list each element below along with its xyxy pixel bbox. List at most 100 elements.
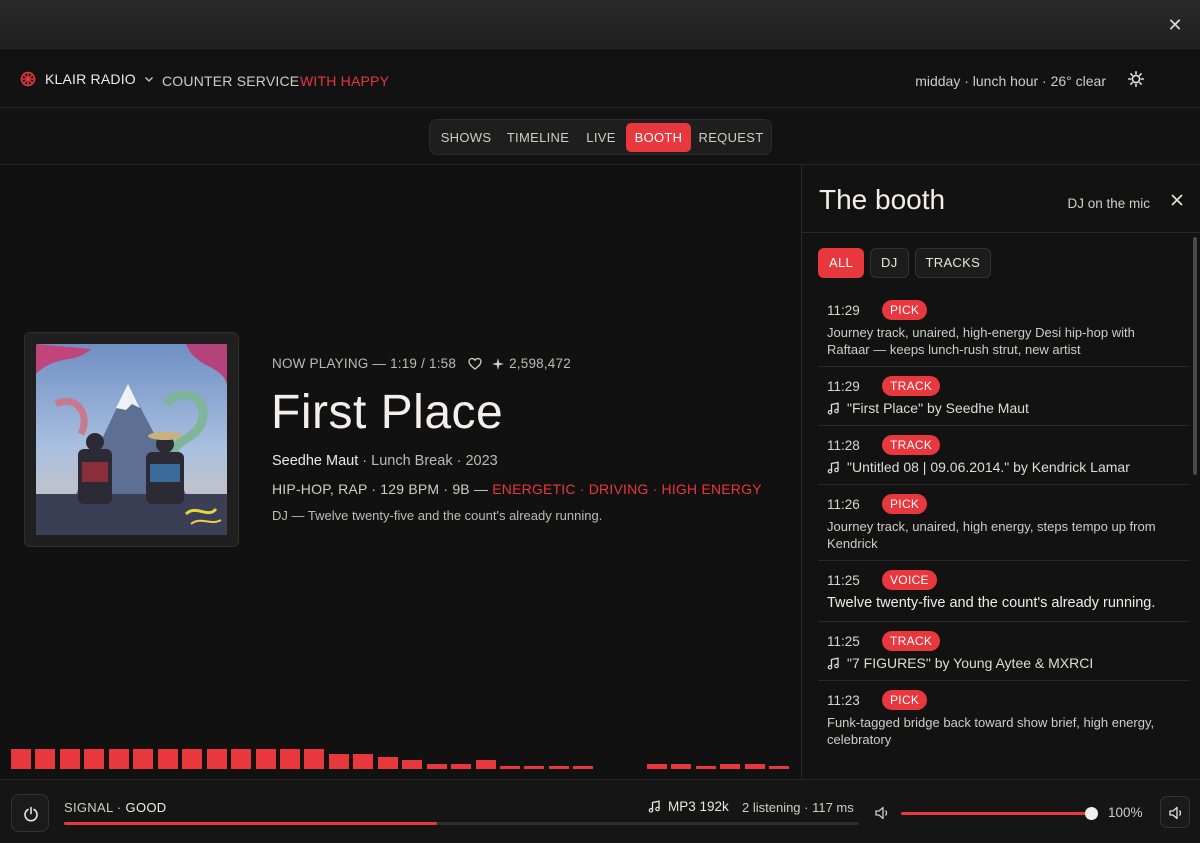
entry-text: Twelve twenty-five and the count's alrea… xyxy=(827,595,1156,611)
list-item[interactable]: 11:23 PICK Funk-tagged bridge back toward… xyxy=(818,681,1189,756)
volume-icon[interactable] xyxy=(874,805,890,821)
listener-latency: 2 listening · 117 ms xyxy=(742,800,854,815)
volume-fill xyxy=(901,812,1091,815)
visualizer-bar xyxy=(84,749,105,769)
list-item[interactable]: 11:25 VOICE Twelve twenty-five and the co… xyxy=(818,561,1189,622)
power-button[interactable] xyxy=(11,794,49,832)
genre-line: HIP-HOP, RAP · 129 BPM · 9B — ENERGETIC … xyxy=(272,481,762,497)
booth-feed: 11:29 PICK Journey track, unaired, high-e… xyxy=(818,291,1189,756)
entry-badge: TRACK xyxy=(882,435,941,455)
tab-shows[interactable]: SHOWS xyxy=(434,123,498,152)
show-name-link[interactable]: COUNTER SERVICE xyxy=(162,73,299,89)
music-note-icon xyxy=(827,461,839,474)
stream-codec: MP3 192k xyxy=(648,799,729,814)
visualizer-bar xyxy=(500,766,520,769)
entry-time: 11:26 xyxy=(827,496,860,512)
album-year: · Lunch Break · 2023 xyxy=(358,453,498,469)
volume-slider[interactable] xyxy=(901,807,1098,820)
speaker-icon xyxy=(1169,806,1182,820)
music-note-icon xyxy=(827,402,839,415)
title-bar: ✕ xyxy=(0,0,1200,51)
list-item[interactable]: 11:29 PICK Journey track, unaired, high-e… xyxy=(818,291,1189,367)
booth-subtitle: DJ on the mic xyxy=(1067,196,1150,211)
visualizer-bar xyxy=(133,749,154,769)
tab-booth[interactable]: BOOTH xyxy=(626,123,691,152)
station-logo-icon xyxy=(20,71,36,87)
output-toggle-button[interactable] xyxy=(1160,796,1190,828)
entry-text: "7 FIGURES" by Young Aytee & MXRCI xyxy=(847,655,1094,671)
list-item[interactable]: 11:25 TRACK "7 FIGURES" by Young Aytee & … xyxy=(818,622,1189,681)
volume-knob[interactable] xyxy=(1085,807,1098,820)
music-note-icon xyxy=(648,800,660,813)
booth-scrollbar[interactable] xyxy=(1193,237,1197,777)
window-close-icon[interactable]: ✕ xyxy=(1164,14,1186,36)
tab-request[interactable]: REQUEST xyxy=(695,123,767,152)
list-item[interactable]: 11:29 TRACK "First Place" by Seedhe Maut xyxy=(818,367,1189,426)
visualizer-bar xyxy=(548,766,569,769)
visualizer-bar xyxy=(720,764,741,769)
entry-time: 11:25 xyxy=(827,633,860,649)
entry-track: "7 FIGURES" by Young Aytee & MXRCI xyxy=(827,655,1179,672)
song-title: First Place xyxy=(271,386,504,439)
genre-tempo-key: HIP-HOP, RAP · 129 BPM · 9B — xyxy=(272,481,493,497)
visualizer-bar xyxy=(304,749,325,769)
entry-text: Journey track, unaired, high-energy Desi… xyxy=(827,325,1135,357)
visualizer-bar xyxy=(182,749,203,769)
settings-sun-icon[interactable] xyxy=(1128,71,1144,87)
filter-tracks[interactable]: TRACKS xyxy=(914,248,992,278)
mood-tags: ENERGETIC · DRIVING · HIGH ENERGY xyxy=(492,481,762,497)
visualizer-bar xyxy=(255,749,276,769)
top-nav: KLAIR RADIO COUNTER SERVICE WITH HAPPY m… xyxy=(0,51,1200,108)
entry-text: "Untitled 08 | 09.06.2014." by Kendrick … xyxy=(847,459,1130,475)
tab-timeline[interactable]: TIMELINE xyxy=(502,123,574,152)
now-playing-meta: NOW PLAYING — 1:19 / 1:58 2,598,472 xyxy=(272,356,571,371)
visualizer-bar xyxy=(231,749,252,769)
visualizer-bar xyxy=(353,754,374,769)
section-tab-bar: SHOWS TIMELINE LIVE BOOTH REQUEST xyxy=(0,108,1200,165)
entry-text: "First Place" by Seedhe Maut xyxy=(847,400,1029,416)
filter-all[interactable]: ALL xyxy=(818,248,865,278)
visualizer-bar xyxy=(35,749,56,769)
entry-time: 11:28 xyxy=(827,437,860,453)
visualizer-bar xyxy=(11,749,31,769)
visualizer-bar xyxy=(475,760,496,769)
heart-icon[interactable] xyxy=(468,357,482,371)
visualizer-bar xyxy=(744,764,765,769)
playback-progress-fill xyxy=(64,822,437,825)
entry-badge: PICK xyxy=(882,300,928,320)
station-name: KLAIR RADIO xyxy=(45,71,136,87)
visualizer-bar xyxy=(671,764,692,769)
visualizer-bar xyxy=(279,749,300,769)
entry-time: 11:29 xyxy=(827,378,860,394)
booth-panel: The booth DJ on the mic ALL DJ TRACKS 11… xyxy=(801,165,1200,779)
entry-badge: VOICE xyxy=(882,570,937,590)
visualizer-bar xyxy=(108,749,129,769)
album-art-frame xyxy=(24,332,239,547)
chevron-down-icon xyxy=(144,77,153,82)
visualizer-bar xyxy=(695,766,716,769)
station-selector[interactable]: KLAIR RADIO xyxy=(20,71,154,87)
codec-label: MP3 192k xyxy=(668,799,729,814)
close-icon[interactable] xyxy=(1170,193,1184,207)
visualizer-bar xyxy=(524,766,545,769)
entry-text: Funk-tagged bridge back toward show brie… xyxy=(827,715,1155,747)
artist-name[interactable]: Seedhe Maut xyxy=(272,453,358,469)
scrollbar-thumb[interactable] xyxy=(1193,237,1197,475)
now-playing-label: NOW PLAYING — 1:19 / 1:58 xyxy=(272,356,457,371)
visualizer-bar xyxy=(328,754,349,769)
list-item[interactable]: 11:26 PICK Journey track, unaired, high e… xyxy=(818,485,1189,561)
dj-note: DJ — Twelve twenty-five and the count's … xyxy=(272,508,603,523)
visualizer-bar xyxy=(157,749,178,769)
visualizer-bar xyxy=(206,749,227,769)
filter-dj[interactable]: DJ xyxy=(870,248,909,278)
album-art xyxy=(36,344,227,535)
host-name-link[interactable]: WITH HAPPY xyxy=(300,73,389,89)
playback-progress[interactable] xyxy=(64,822,859,825)
time-weather-status: midday · lunch hour · 26° clear xyxy=(915,73,1106,89)
visualizer-bar xyxy=(646,764,667,769)
entry-track: "Untitled 08 | 09.06.2014." by Kendrick … xyxy=(827,459,1179,476)
tab-live[interactable]: LIVE xyxy=(580,123,622,152)
visualizer-bar xyxy=(451,764,472,769)
now-playing-panel: NOW PLAYING — 1:19 / 1:58 2,598,472 Firs… xyxy=(0,165,801,779)
list-item[interactable]: 11:28 TRACK "Untitled 08 | 09.06.2014." b… xyxy=(818,426,1189,485)
